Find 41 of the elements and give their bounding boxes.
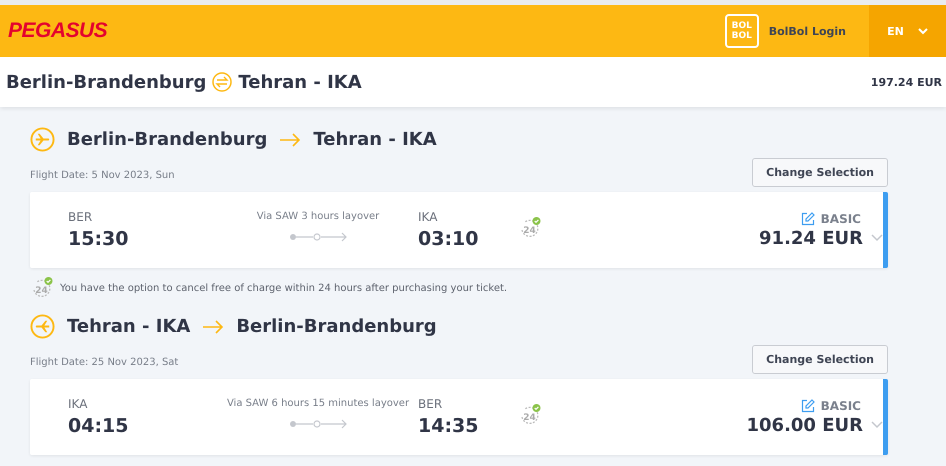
flight-date: Flight Date: 5 Nov 2023, Sun [30, 170, 175, 181]
origin-title: Berlin-Brandenburg [6, 72, 206, 92]
arrival-time: 03:10 [418, 228, 480, 250]
cancellation-note: You have the option to cancel free of charge within 24 hours after purchasing your ticket. [60, 282, 508, 294]
layover-text: Via SAW 3 hours layover [256, 210, 380, 222]
change-selection-button[interactable]: Change Selection [752, 158, 888, 187]
fare-type: BASIC [820, 212, 861, 226]
departure-code: IKA [68, 397, 88, 411]
airplane-icon [30, 127, 55, 152]
departure-code: BER [68, 210, 94, 224]
edit-icon [800, 212, 815, 226]
flight-price: 91.24 EUR [759, 228, 863, 248]
flight-price: 106.00 EUR [746, 414, 863, 436]
chevron-down-icon [918, 28, 928, 34]
chevron-down-icon[interactable] [871, 234, 883, 242]
route-line-icon [288, 232, 348, 242]
arrow-icon [279, 132, 302, 146]
arrival-code: IKA [418, 210, 438, 224]
arrival-code: BER [418, 397, 444, 411]
flight-date: Flight Date: 25 Nov 2023, Sat [30, 357, 178, 368]
arrow-icon [202, 320, 224, 334]
layover-text: Via SAW 6 hours 15 minutes layover [226, 398, 410, 408]
edit-icon [800, 398, 815, 412]
flight-card[interactable]: BER 15:30 Via SAW 3 hours layover IKA 03:10 24 BASIC 91.24 EUR [30, 192, 888, 268]
flight-card[interactable]: IKA 04:15 Via SAW 6 hours 15 minutes layover BER 14:35 24 BASIC 106.00 EUR [30, 379, 888, 455]
origin-title: Berlin-Brandenburg [67, 129, 268, 150]
arrival-time: 14:35 [418, 415, 480, 437]
airplane-icon [30, 314, 55, 339]
chevron-down-icon[interactable] [871, 421, 883, 429]
departure-time: 15:30 [68, 228, 130, 250]
change-selection-button[interactable]: Change Selection [752, 345, 888, 374]
departure-time: 04:15 [68, 415, 130, 437]
origin-title: Tehran - IKA [67, 316, 190, 337]
total-price: 197.24 EUR [870, 76, 942, 88]
fare-type: BASIC [820, 398, 861, 412]
destination-title: Berlin-Brandenburg [236, 316, 437, 337]
route-line-icon [288, 418, 348, 428]
destination-title: Tehran - IKA [238, 72, 362, 92]
login-link[interactable]: BolBol Login [768, 24, 846, 38]
destination-title: Tehran - IKA [313, 129, 437, 150]
swap-icon [212, 72, 232, 92]
